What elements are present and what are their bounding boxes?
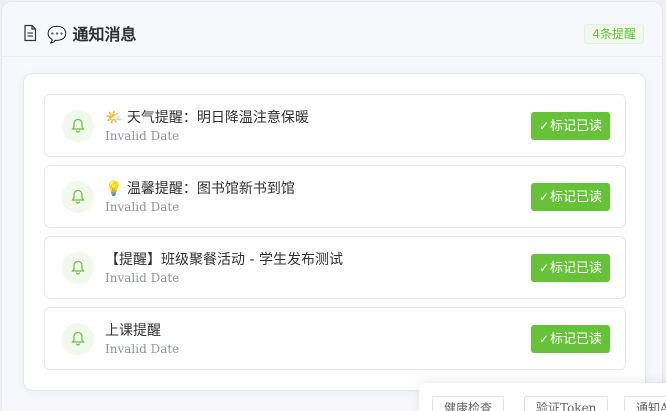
notification-title: 【提醒】班级聚餐活动 - 学生发布测试 — [105, 252, 343, 268]
page-title: 💬 通知消息 — [47, 25, 137, 44]
notification-title: 💡 温馨提醒：图书馆新书到馆 — [105, 181, 295, 197]
notify-button[interactable]: 通知A — [624, 396, 666, 411]
notification-title: 上课提醒 — [105, 323, 161, 339]
check-icon: ✓ — [538, 119, 550, 133]
notification-title: 🌤️ 天气提醒：明日降温注意保暖 — [105, 110, 309, 126]
card-header: 💬 通知消息 4条提醒 — [2, 2, 662, 57]
verify-token-button[interactable]: 验证Token — [524, 396, 609, 411]
mark-read-button[interactable]: ✓标记已读 — [531, 325, 610, 353]
notification-list: 🌤️ 天气提醒：明日降温注意保暖 Invalid Date ✓标记已读 💡 温馨… — [23, 73, 646, 391]
notification-card: 💬 通知消息 4条提醒 🌤️ 天气提醒：明日降温注意保暖 Invalid Dat… — [1, 1, 663, 411]
health-check-button[interactable]: 健康检查 — [432, 396, 505, 411]
notification-item: 上课提醒 Invalid Date ✓标记已读 — [44, 307, 626, 370]
bell-icon — [62, 323, 94, 355]
document-icon — [24, 24, 37, 42]
notification-date: Invalid Date — [105, 271, 180, 285]
notification-date: Invalid Date — [105, 129, 180, 143]
reminder-count-badge: 4条提醒 — [584, 24, 644, 44]
mark-read-button[interactable]: ✓标记已读 — [531, 112, 610, 140]
notification-date: Invalid Date — [105, 200, 180, 214]
notification-date: Invalid Date — [105, 342, 180, 356]
mark-read-button[interactable]: ✓标记已读 — [531, 254, 610, 282]
bell-icon — [62, 110, 94, 142]
notification-item: 🌤️ 天气提醒：明日降温注意保暖 Invalid Date ✓标记已读 — [44, 94, 626, 157]
mark-read-button[interactable]: ✓标记已读 — [531, 183, 610, 211]
check-icon: ✓ — [538, 332, 550, 346]
notification-item: 💡 温馨提醒：图书馆新书到馆 Invalid Date ✓标记已读 — [44, 165, 626, 228]
notification-item: 【提醒】班级聚餐活动 - 学生发布测试 Invalid Date ✓标记已读 — [44, 236, 626, 299]
check-icon: ✓ — [538, 190, 550, 204]
bell-icon — [62, 252, 94, 284]
check-icon: ✓ — [538, 261, 550, 275]
bell-icon — [62, 181, 94, 213]
debug-toolbar: 健康检查 验证Token 通知A — [419, 383, 666, 411]
